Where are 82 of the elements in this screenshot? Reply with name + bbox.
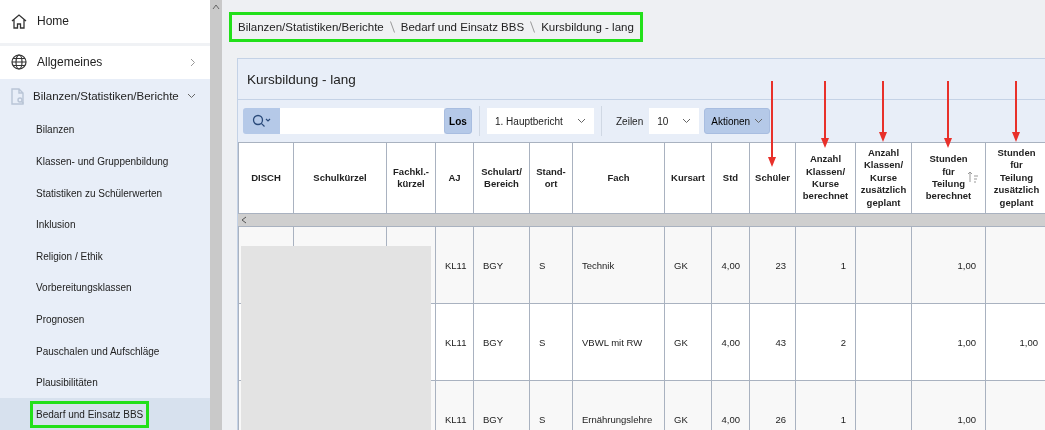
table-cell: KL11 xyxy=(435,226,474,304)
search-button[interactable] xyxy=(243,108,280,134)
table-cell: 26 xyxy=(749,380,796,430)
nav-subitem[interactable]: Inklusion xyxy=(0,208,210,241)
scroll-up-icon[interactable] xyxy=(212,4,220,10)
column-header[interactable]: Schulart/ Bereich xyxy=(473,142,530,214)
table-cell: 1 xyxy=(795,380,856,430)
table-cell: BGY xyxy=(473,303,530,381)
scrollbar[interactable] xyxy=(210,0,222,430)
search-icon xyxy=(251,114,272,128)
column-header[interactable]: Anzahl Klassen/ Kurse berechnet xyxy=(795,142,856,214)
table-cell: Technik xyxy=(572,226,665,304)
globe-icon xyxy=(11,54,27,71)
nav-subitem[interactable]: Prognosen xyxy=(0,303,210,336)
table-cell: KL11 xyxy=(435,303,474,381)
table-cell: 23 xyxy=(749,226,796,304)
rows-label: Zeilen xyxy=(615,115,644,127)
chevron-down-icon xyxy=(682,118,692,124)
sort-icon[interactable] xyxy=(967,171,979,183)
nav-label: Home xyxy=(37,14,69,29)
nav-subitem[interactable]: Bedarf und Einsatz BBS xyxy=(0,398,210,430)
separator-icon xyxy=(530,21,536,33)
table-cell: GK xyxy=(664,380,712,430)
column-header[interactable]: Fachkl.- kürzel xyxy=(386,142,436,214)
column-header[interactable]: Stunden für Teilung zusätzlich geplant xyxy=(985,142,1045,214)
nav-subitem[interactable]: Bilanzen xyxy=(0,114,210,146)
table-cell: 1,00 xyxy=(911,380,986,430)
column-header[interactable]: DISCH xyxy=(238,142,294,214)
table-cell: GK xyxy=(664,226,712,304)
column-header[interactable]: Fach xyxy=(572,142,665,214)
nav-label: Bilanzen/Statistiken/Berichte xyxy=(33,90,179,103)
column-header[interactable]: Std xyxy=(711,142,750,214)
column-header[interactable]: Kursart xyxy=(664,142,712,214)
table-cell: 4,00 xyxy=(711,226,750,304)
nav-subitem[interactable]: Statistiken zu Schülerwerten xyxy=(0,177,210,209)
breadcrumb-link[interactable]: Kursbildung - lang xyxy=(541,21,634,33)
table-cell: 1 xyxy=(795,226,856,304)
card-title: Kursbildung - lang xyxy=(238,59,1045,100)
column-header[interactable]: Stunden für Teilung berechnet xyxy=(911,142,986,214)
column-header[interactable]: Schulkürzel xyxy=(293,142,387,214)
table-cell: S xyxy=(529,380,573,430)
breadcrumb-link[interactable]: Bilanzen/Statistiken/Berichte xyxy=(238,21,384,33)
table-cell: BGY xyxy=(473,226,530,304)
scroll-left-icon[interactable] xyxy=(241,216,247,224)
document-search-icon xyxy=(11,87,25,105)
table-cell: 1,00 xyxy=(985,303,1045,381)
table-cell: VBWL mit RW xyxy=(572,303,665,381)
table-cell: 1,00 xyxy=(911,303,986,381)
table-cell: GK xyxy=(664,303,712,381)
nav-subitem[interactable]: Plausibilitäten xyxy=(0,366,210,399)
breadcrumb-link[interactable]: Bedarf und Einsatz BBS xyxy=(400,21,525,33)
nav-subitem[interactable]: Klassen- und Gruppenbildung xyxy=(0,145,210,178)
actions-button[interactable]: Aktionen xyxy=(704,108,771,134)
search-field[interactable] xyxy=(280,108,444,134)
nav-subitem[interactable]: Vorbereitungsklassen xyxy=(0,272,210,304)
report-select[interactable]: 1. Hauptbericht xyxy=(487,108,594,134)
separator-icon xyxy=(389,21,395,33)
column-header[interactable]: AJ xyxy=(435,142,474,214)
scrollbar[interactable] xyxy=(238,214,1045,226)
table-cell: S xyxy=(529,226,573,304)
chevron-down-icon xyxy=(577,118,586,124)
table-cell: 43 xyxy=(749,303,796,381)
table-cell: BGY xyxy=(473,380,530,430)
nav-subitem[interactable]: Religion / Ethik xyxy=(0,240,210,273)
rows-select[interactable]: 10 xyxy=(649,108,700,134)
chevron-down-icon xyxy=(754,118,764,124)
nav-item[interactable]: Bilanzen/Statistiken/Berichte xyxy=(0,78,210,115)
table-cell: 4,00 xyxy=(711,303,750,381)
table-cell: S xyxy=(529,303,573,381)
table-cell: KL11 xyxy=(435,380,474,430)
table-cell: 2 xyxy=(795,303,856,381)
table-cell: 4,00 xyxy=(711,380,750,430)
column-header[interactable]: Stand- ort xyxy=(529,142,573,214)
column-header[interactable]: Schüler xyxy=(749,142,796,214)
nav-item[interactable]: Allgemeines xyxy=(0,45,210,79)
column-header[interactable]: Anzahl Klassen/ Kurse zusätzlich geplant xyxy=(855,142,912,214)
home-icon xyxy=(11,13,27,29)
nav-subitem[interactable]: Pauschalen und Aufschläge xyxy=(0,335,210,367)
table-cell: Ernährungslehre xyxy=(572,380,665,430)
go-button[interactable]: Los xyxy=(444,108,472,134)
table-cell: 1,00 xyxy=(911,226,986,304)
nav-label: Allgemeines xyxy=(37,55,103,70)
